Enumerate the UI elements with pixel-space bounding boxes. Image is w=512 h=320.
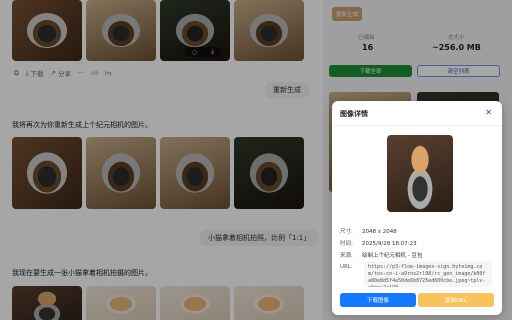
copy-icon[interactable]: ⧉: [14, 69, 19, 78]
stat-label: 总大小: [448, 35, 465, 41]
user-message: 重新生成: [265, 82, 309, 98]
generated-image[interactable]: [160, 137, 230, 209]
info-size: 尺寸: 2048 x 2048: [340, 227, 397, 235]
stat-label: 已编辑: [358, 35, 375, 41]
modal-title: 图像详情: [340, 110, 368, 118]
like-icon[interactable]: 👍︎: [91, 69, 98, 77]
download-icon[interactable]: ⤓: [211, 48, 214, 56]
share-label: 分享: [57, 70, 71, 78]
generated-image[interactable]: [234, 0, 304, 61]
info-time: 时间: 2025/9/28 18:07:23: [340, 239, 417, 247]
divider: [332, 125, 502, 126]
message-toolbar: ⧉ ⤓ 下载 ↗ 分享 ··· 👍︎ 👎︎: [14, 67, 112, 79]
download-button[interactable]: ⤓ 下载: [26, 68, 44, 79]
info-key: 时间:: [340, 241, 353, 247]
share-button[interactable]: ↗ 分享: [51, 68, 71, 78]
close-icon[interactable]: ✕: [485, 108, 492, 117]
chat-panel: ◌ ⤓ ⧉ ⤓ 下载 ↗ 分享 ··· 👍︎ 👎︎ 重新生成 我将再次为你重新生…: [0, 0, 323, 320]
copy-url-button[interactable]: 复制URL: [418, 293, 494, 307]
generated-image[interactable]: [86, 286, 156, 320]
download-all-button[interactable]: 下载全部: [329, 65, 412, 77]
info-value: 2025/9/28 18:07:23: [362, 241, 417, 247]
stat-value: ~256.0 MB: [432, 43, 481, 52]
generated-image[interactable]: [12, 0, 82, 61]
generated-image[interactable]: [86, 0, 156, 61]
preview-image: [387, 135, 453, 212]
download-label: 下载: [30, 70, 44, 78]
info-value: 2048 x 2048: [362, 229, 397, 235]
regenerate-button[interactable]: 重新生成: [332, 7, 362, 21]
info-value: 绘制上个纪元相机 - 豆包: [362, 253, 423, 259]
assistant-message: 我将再次为你重新生成上个纪元相机的图片。: [12, 121, 152, 129]
user-message: 小猫拿着相机拍照，比例「1:1」: [200, 230, 319, 246]
generated-image[interactable]: [12, 137, 82, 209]
generated-image[interactable]: [234, 286, 304, 320]
download-image-button[interactable]: 下载图像: [340, 293, 416, 307]
generated-image[interactable]: [12, 286, 82, 320]
image-hover-toolbar[interactable]: ◌ ⤓: [185, 47, 221, 57]
generated-image[interactable]: [234, 137, 304, 209]
clear-list-button[interactable]: 清空列表: [417, 65, 500, 77]
assistant-message: 我现在要生成一张小猫拿着相机拍摄的图片。: [12, 269, 152, 277]
url-field[interactable]: https://p3-flow-imagex-sign.byteimg.com/…: [364, 261, 492, 287]
generated-image[interactable]: [160, 286, 230, 320]
info-source: 来源: 绘制上个纪元相机 - 豆包: [340, 251, 422, 259]
more-icon[interactable]: ···: [78, 69, 84, 77]
info-key: 来源:: [340, 253, 353, 259]
stat-value: 16: [362, 43, 374, 52]
dislike-icon[interactable]: 👎︎: [105, 69, 112, 77]
generated-image[interactable]: [86, 137, 156, 209]
image-detail-modal: 图像详情 ✕ 尺寸: 2048 x 2048 时间: 2025/9/28 18:07…: [332, 101, 502, 315]
info-key: 尺寸:: [340, 229, 353, 235]
edit-icon[interactable]: ◌: [192, 49, 197, 56]
info-url-label: URL:: [340, 264, 353, 270]
